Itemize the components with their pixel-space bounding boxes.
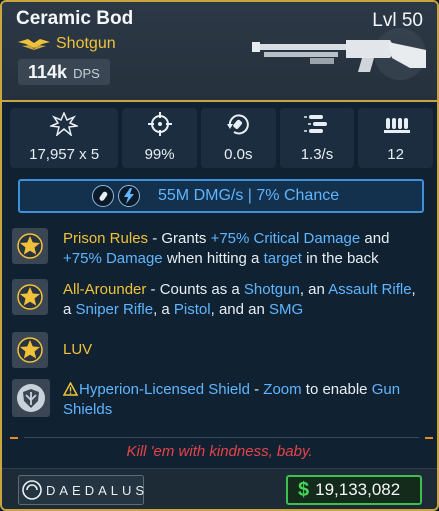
perk-keyword: Shotgun — [243, 281, 300, 298]
elemental-damage-bar: 55M DMG/s | 7% Chance — [18, 179, 424, 213]
perk-text: and — [360, 230, 390, 247]
stat-accuracy: 99% — [122, 108, 197, 168]
stats-row: 17,957 x 5 99% 0.0s 1.3/s 12 — [10, 108, 433, 168]
stat-damage: 17,957 x 5 — [10, 108, 119, 168]
perk-keyword: Zoom — [263, 381, 302, 398]
perk-text: , a — [153, 301, 174, 318]
divider-line — [24, 437, 419, 438]
stat-fire-rate: 1.3/s — [279, 108, 355, 168]
elemental-icons — [92, 185, 140, 207]
warning-triangle-icon — [63, 382, 78, 396]
perk-text: - Counts as a — [146, 281, 244, 298]
hyperion-shield-icon — [12, 379, 50, 417]
perk-text: when hitting a — [162, 250, 264, 267]
perk-text: , and an — [210, 301, 269, 318]
ammo-bullet-icon — [92, 185, 114, 207]
dps-badge: 114k DPS — [18, 59, 110, 85]
perk-luv: LUV — [12, 332, 432, 368]
shock-lightning-icon — [118, 185, 140, 207]
section-divider — [10, 437, 433, 439]
magazine-icon — [383, 118, 410, 133]
perk-keyword: Hyperion-Licensed Shield — [79, 381, 250, 398]
stat-reload: 0.0s — [200, 108, 276, 168]
item-name: Ceramic Bod — [16, 8, 134, 29]
elemental-damage-text: 55M DMG/s | 7% Chance — [158, 187, 340, 204]
stat-value: 12 — [387, 146, 404, 163]
item-value-box: $ 19,133,082 — [286, 475, 422, 505]
perk-prison-rules: Prison Rules - Grants +75% Critical Dama… — [12, 228, 432, 270]
stat-magazine: 12 — [358, 108, 433, 168]
perk-name: Prison Rules — [63, 230, 149, 247]
perk-keyword: +75% Critical Damage — [210, 230, 361, 247]
dps-value: 114k — [28, 62, 68, 82]
item-footer: DAEDALUS $ 19,133,082 — [2, 468, 437, 509]
flavor-text: Kill 'em with kindness, baby. — [126, 443, 313, 460]
legendary-wings-icon — [18, 39, 50, 50]
perk-all-arounder: All-Arounder - Counts as a Shotgun, an A… — [12, 279, 432, 321]
dollar-icon: $ — [298, 478, 310, 501]
item-value: 19,133,082 — [315, 480, 401, 499]
perk-keyword: +75% Damage — [63, 250, 163, 267]
perk-text: to enable — [301, 381, 372, 398]
stat-value: 0.0s — [224, 146, 253, 163]
item-card: Ceramic Bod Lvl 50 Shotgun 114k DPS 17,9… — [0, 0, 439, 511]
perk-text: in the back — [301, 250, 379, 267]
perk-name: All-Arounder — [63, 281, 147, 298]
dps-unit: DPS — [73, 66, 100, 81]
perk-keyword: SMG — [269, 301, 304, 318]
fire-rate-icon — [303, 115, 327, 133]
legendary-star-icon — [12, 279, 48, 315]
crosshair-icon — [147, 112, 172, 136]
shotgun-icon — [252, 28, 426, 80]
item-header: Ceramic Bod Lvl 50 Shotgun 114k DPS — [2, 2, 437, 102]
perk-text: , an — [299, 281, 329, 298]
divider-tick — [10, 437, 18, 439]
perk-hyperion-shield: Hyperion-Licensed Shield - Zoom to enabl… — [12, 379, 432, 421]
manufacturer-name: DAEDALUS — [46, 483, 144, 498]
item-type: Shotgun — [56, 35, 116, 52]
legendary-star-icon — [12, 228, 48, 264]
perk-keyword: Assault Rifle — [328, 281, 412, 298]
legendary-star-icon — [12, 332, 48, 368]
divider-tick — [425, 437, 433, 439]
reload-icon — [227, 114, 250, 135]
stat-value: 1.3/s — [300, 146, 334, 163]
rarity-row: Shotgun — [18, 35, 116, 53]
perk-name: LUV — [63, 341, 93, 358]
perk-text: - — [249, 381, 264, 398]
stat-value: 17,957 x 5 — [29, 146, 100, 163]
perk-keyword: Sniper Rifle — [75, 301, 154, 318]
perk-keyword: Pistol — [173, 301, 211, 318]
damage-burst-icon — [50, 112, 79, 136]
perk-text: - Grants — [148, 230, 211, 247]
stat-value: 99% — [144, 146, 175, 163]
manufacturer-logo: DAEDALUS — [18, 475, 144, 505]
perk-keyword: target — [263, 250, 302, 267]
